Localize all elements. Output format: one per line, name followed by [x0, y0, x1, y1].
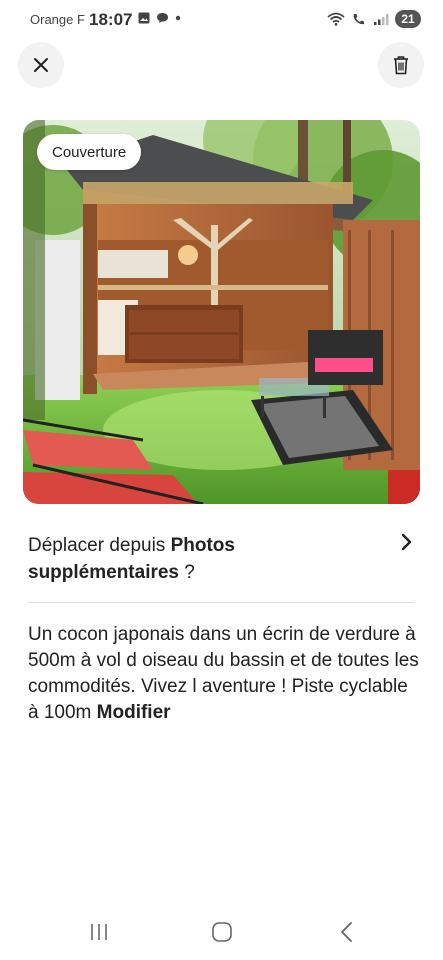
- system-icons: 21: [327, 10, 421, 28]
- cover-badge-label: Couverture: [52, 143, 127, 161]
- battery-indicator: 21: [395, 10, 421, 28]
- carrier-label: Orange F: [30, 12, 85, 27]
- close-icon: [34, 58, 48, 72]
- wifi-icon: [327, 12, 345, 26]
- call-icon: [353, 14, 364, 25]
- cabin-photo: [23, 120, 420, 504]
- photo-caption: Un cocon japonais dans un écrin de verdu…: [28, 622, 423, 726]
- move-photo-row[interactable]: Déplacer depuis Photos supplémentaires ?: [28, 532, 418, 588]
- move-suffix: ?: [179, 562, 195, 583]
- delete-button[interactable]: [378, 42, 424, 88]
- divider: [28, 602, 415, 603]
- close-button[interactable]: [18, 42, 64, 88]
- move-prompt-text: Déplacer depuis Photos supplémentaires ?: [28, 532, 358, 586]
- back-icon[interactable]: [338, 921, 356, 943]
- recents-icon[interactable]: [88, 922, 110, 942]
- system-nav-bar: [0, 900, 443, 960]
- edit-caption-link[interactable]: Modifier: [97, 702, 171, 723]
- status-bar: Orange F 18:07 21: [0, 0, 443, 40]
- move-prefix: Déplacer depuis: [28, 535, 171, 556]
- dot-icon: [175, 15, 181, 21]
- cover-badge: Couverture: [37, 134, 142, 170]
- image-icon: [138, 12, 150, 24]
- caption-text: Un cocon japonais dans un écrin de verdu…: [28, 624, 419, 723]
- chevron-right-icon: [401, 533, 412, 551]
- chat-bubble-icon: [157, 13, 168, 23]
- home-icon[interactable]: [211, 921, 233, 943]
- trash-icon: [394, 56, 408, 75]
- notification-icons: [138, 12, 181, 24]
- signal-icon: [374, 14, 389, 25]
- cover-photo[interactable]: [23, 120, 420, 504]
- clock: 18:07: [89, 10, 133, 29]
